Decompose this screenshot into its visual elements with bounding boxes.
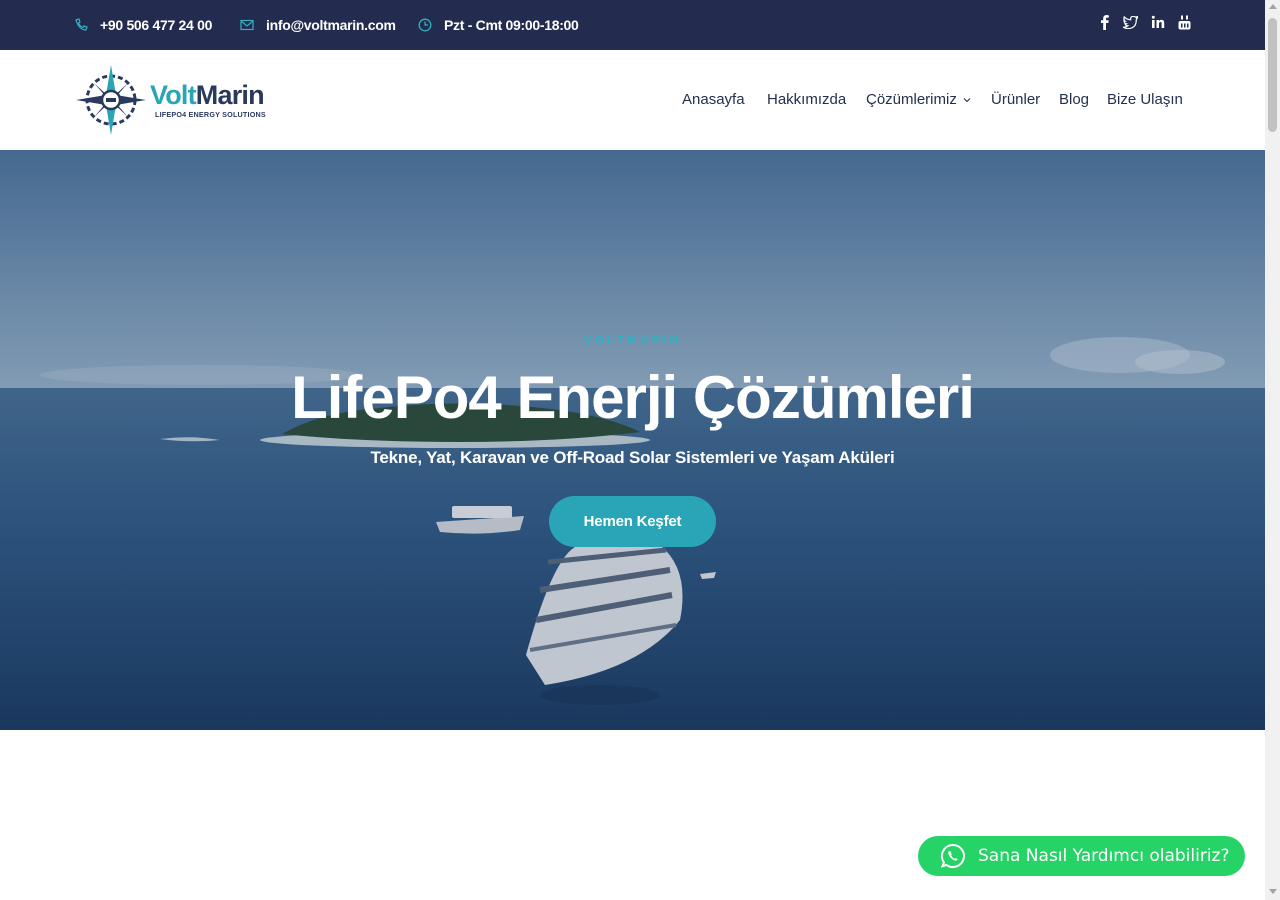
email-address: info@voltmarin.com: [266, 17, 396, 33]
phone-info[interactable]: +90 506 477 24 00: [74, 0, 212, 50]
scroll-up-arrow-icon[interactable]: [1269, 4, 1277, 9]
page-scrollbar[interactable]: [1265, 0, 1280, 900]
hero-kicker: VOLTMARIN: [583, 333, 682, 347]
top-bar: +90 506 477 24 00 info@voltmarin.com Pzt…: [0, 0, 1265, 50]
chevron-down-icon: [963, 98, 971, 103]
phone-icon: [75, 18, 88, 31]
scrollbar-thumb[interactable]: [1268, 18, 1277, 132]
clock-icon: [418, 18, 432, 32]
email-info[interactable]: info@voltmarin.com: [240, 0, 396, 50]
whatsapp-icon: [940, 843, 965, 868]
linkedin-icon[interactable]: [1151, 15, 1165, 34]
phone-number: +90 506 477 24 00: [100, 17, 213, 33]
nav-item-products[interactable]: Ürünler: [991, 91, 1040, 108]
youtube-icon[interactable]: [1178, 15, 1191, 35]
working-hours: Pzt - Cmt 09:00-18:00: [444, 17, 579, 33]
explore-button[interactable]: Hemen Keşfet: [549, 496, 716, 547]
nav-item-about[interactable]: Hakkımızda: [767, 91, 846, 108]
logo-name-marin: Marin: [195, 80, 265, 110]
whatsapp-label: Sana Nasıl Yardımcı olabiliriz?: [978, 846, 1230, 866]
nav-item-solutions[interactable]: Çözümlerimiz: [866, 91, 971, 108]
whatsapp-chat-button[interactable]: Sana Nasıl Yardımcı olabiliriz?: [918, 836, 1245, 876]
compass-logo-icon: [76, 65, 146, 135]
site-logo[interactable]: VoltMarin LIFEPO4 ENERGY SOLUTIONS: [76, 64, 286, 136]
scroll-down-arrow-icon[interactable]: [1269, 889, 1277, 894]
hours-info: Pzt - Cmt 09:00-18:00: [418, 0, 579, 50]
nav-item-blog[interactable]: Blog: [1059, 91, 1089, 108]
nav-item-contact[interactable]: Bize Ulaşın: [1107, 91, 1183, 108]
hero-title: LifePo4 Enerji Çözümleri: [291, 364, 975, 431]
hero-overlay: [0, 150, 1265, 730]
logo-tagline: LIFEPO4 ENERGY SOLUTIONS: [155, 110, 266, 119]
logo-wordmark: VoltMarin: [150, 80, 265, 110]
main-header: VoltMarin LIFEPO4 ENERGY SOLUTIONS Anasa…: [0, 50, 1265, 150]
hero-banner: VOLTMARIN LifePo4 Enerji Çözümleri Tekne…: [0, 150, 1265, 730]
hero-subtitle: Tekne, Yat, Karavan ve Off-Road Solar Si…: [370, 448, 895, 467]
social-links: [1100, 14, 1191, 35]
facebook-icon[interactable]: [1100, 14, 1109, 35]
logo-name-volt: Volt: [150, 80, 197, 110]
nav-item-solutions-label: Çözümlerimiz: [866, 91, 957, 108]
twitter-icon[interactable]: [1121, 14, 1139, 34]
envelope-icon: [240, 19, 254, 31]
nav-item-home[interactable]: Anasayfa: [682, 91, 745, 108]
